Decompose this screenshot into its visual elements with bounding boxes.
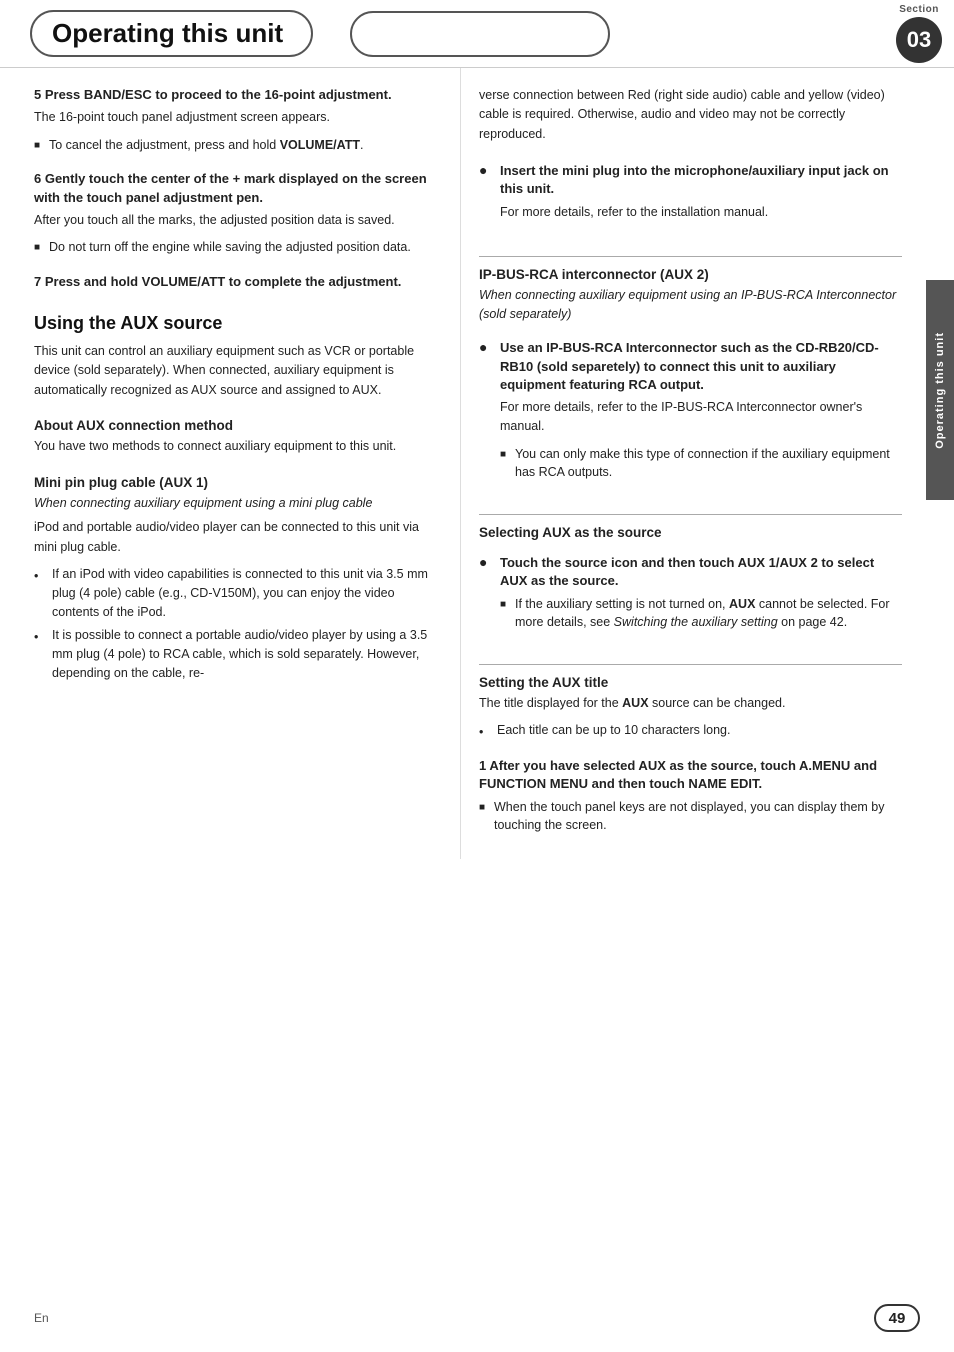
ip-bus-section: IP-BUS-RCA interconnector (AUX 2) When c…: [479, 267, 902, 324]
using-aux-heading: Using the AUX source: [34, 313, 442, 334]
step6-note-text: Do not turn off the engine while saving …: [49, 238, 411, 257]
step6-heading: 6 Gently touch the center of the + mark …: [34, 170, 442, 206]
ip-bus-heading: IP-BUS-RCA interconnector (AUX 2): [479, 267, 902, 282]
step6-body: After you touch all the marks, the adjus…: [34, 211, 442, 230]
bullet-dot-icon: •: [34, 567, 48, 586]
mini-pin-bullet2-text: It is possible to connect a portable aud…: [52, 626, 442, 682]
use-ip-bus-heading: Use an IP-BUS-RCA Interconnector such as…: [500, 339, 902, 394]
content: 5 Press BAND/ESC to proceed to the 16-po…: [0, 68, 954, 859]
mini-pin-bullet1-text: If an iPod with video capabilities is co…: [52, 565, 442, 621]
circle-bullet-icon: ●: [479, 163, 495, 177]
circle-bullet-icon3: ●: [479, 555, 495, 569]
selecting-aux-section: Selecting AUX as the source: [479, 525, 902, 540]
step-7: 7 Press and hold VOLUME/ATT to complete …: [34, 273, 442, 291]
step5-note: ■ To cancel the adjustment, press and ho…: [34, 136, 442, 155]
circle-bullet-icon2: ●: [479, 340, 495, 354]
footer: En 49: [0, 1304, 954, 1332]
title-box: Operating this unit: [30, 10, 313, 57]
step6-note: ■ Do not turn off the engine while savin…: [34, 238, 442, 257]
oval-decoration: [350, 11, 610, 57]
bullet-sq-icon2: ■: [500, 597, 510, 612]
setting-aux-title-bullet-text: Each title can be up to 10 characters lo…: [497, 721, 730, 740]
header-right: Section 03: [648, 0, 954, 67]
touch-source-note: ■ If the auxiliary setting is not turned…: [500, 595, 902, 633]
mini-pin-bullet2: • It is possible to connect a portable a…: [34, 626, 442, 682]
use-ip-bus-body: For more details, refer to the IP-BUS-RC…: [500, 398, 902, 437]
setting-aux-title-body: The title displayed for the AUX source c…: [479, 694, 902, 713]
divider: [479, 256, 902, 257]
header-center-oval: [333, 10, 627, 57]
divider3: [479, 664, 902, 665]
using-aux-section: Using the AUX source This unit can contr…: [34, 313, 442, 400]
section-number: 03: [896, 17, 942, 63]
step5-note-text: To cancel the adjustment, press and hold…: [49, 136, 364, 155]
insert-mini-heading: Insert the mini plug into the microphone…: [500, 162, 902, 198]
using-aux-body: This unit can control an auxiliary equip…: [34, 342, 442, 400]
footer-page: 49: [874, 1304, 920, 1332]
insert-mini-body: For more details, refer to the installat…: [500, 203, 902, 222]
bullet-sq-icon3: ■: [479, 800, 489, 815]
ip-bus-italic: When connecting auxiliary equipment usin…: [479, 286, 902, 324]
bullet-sq-icon: ■: [500, 447, 510, 462]
bullet-dot-icon2: •: [479, 723, 493, 742]
use-ip-bus-section: ● Use an IP-BUS-RCA Interconnector such …: [479, 339, 902, 488]
bullet-icon: ■: [34, 240, 44, 255]
step-6: 6 Gently touch the center of the + mark …: [34, 170, 442, 257]
side-tab-text: Operating this unit: [934, 332, 946, 449]
about-aux-heading: About AUX connection method: [34, 418, 442, 433]
selecting-aux-heading: Selecting AUX as the source: [479, 525, 902, 540]
header: Operating this unit Section 03: [0, 0, 954, 68]
use-ip-bus-content: Use an IP-BUS-RCA Interconnector such as…: [500, 339, 902, 488]
touch-source-content: Touch the source icon and then touch AUX…: [500, 554, 902, 638]
touch-source-section: ● Touch the source icon and then touch A…: [479, 554, 902, 638]
divider2: [479, 514, 902, 515]
left-column: 5 Press BAND/ESC to proceed to the 16-po…: [0, 68, 460, 859]
step1-heading: 1 After you have selected AUX as the sou…: [479, 757, 902, 793]
setting-aux-title-bullet: • Each title can be up to 10 characters …: [479, 721, 902, 742]
touch-source-note-text: If the auxiliary setting is not turned o…: [515, 595, 902, 633]
setting-aux-title-heading: Setting the AUX title: [479, 675, 902, 690]
use-ip-bus-note-text: You can only make this type of connectio…: [515, 445, 902, 483]
step-1-section: 1 After you have selected AUX as the sou…: [479, 757, 902, 835]
use-ip-bus-note: ■ You can only make this type of connect…: [500, 445, 902, 483]
page-title: Operating this unit: [52, 18, 283, 49]
bullet-dot-icon: •: [34, 628, 48, 647]
footer-lang: En: [34, 1311, 49, 1325]
side-tab: Operating this unit: [926, 280, 954, 500]
right-column: verse connection between Red (right side…: [460, 68, 920, 859]
step-5: 5 Press BAND/ESC to proceed to the 16-po…: [34, 86, 442, 154]
step1-note-text: When the touch panel keys are not displa…: [494, 798, 902, 836]
touch-source-heading: Touch the source icon and then touch AUX…: [500, 554, 902, 590]
step7-heading: 7 Press and hold VOLUME/ATT to complete …: [34, 273, 442, 291]
section-label: Section: [899, 4, 939, 15]
section-badge: Section 03: [896, 4, 942, 63]
mini-pin-body: iPod and portable audio/video player can…: [34, 518, 442, 557]
continued-text: verse connection between Red (right side…: [479, 86, 902, 144]
bullet-icon: ■: [34, 138, 44, 153]
step1-note: ■ When the touch panel keys are not disp…: [479, 798, 902, 836]
mini-pin-heading: Mini pin plug cable (AUX 1): [34, 475, 442, 490]
setting-aux-title-section: Setting the AUX title The title displaye…: [479, 675, 902, 742]
mini-pin-bullet1: • If an iPod with video capabilities is …: [34, 565, 442, 621]
step5-body: The 16-point touch panel adjustment scre…: [34, 108, 442, 127]
insert-mini-section: ● Insert the mini plug into the micropho…: [479, 162, 902, 230]
step5-heading: 5 Press BAND/ESC to proceed to the 16-po…: [34, 86, 442, 104]
mini-pin-italic: When connecting auxiliary equipment usin…: [34, 494, 442, 513]
about-aux-section: About AUX connection method You have two…: [34, 418, 442, 456]
page: Operating this unit Section 03 Operating…: [0, 0, 954, 1352]
about-aux-body: You have two methods to connect auxiliar…: [34, 437, 442, 456]
insert-mini-content: Insert the mini plug into the microphone…: [500, 162, 902, 230]
mini-pin-section: Mini pin plug cable (AUX 1) When connect…: [34, 475, 442, 683]
